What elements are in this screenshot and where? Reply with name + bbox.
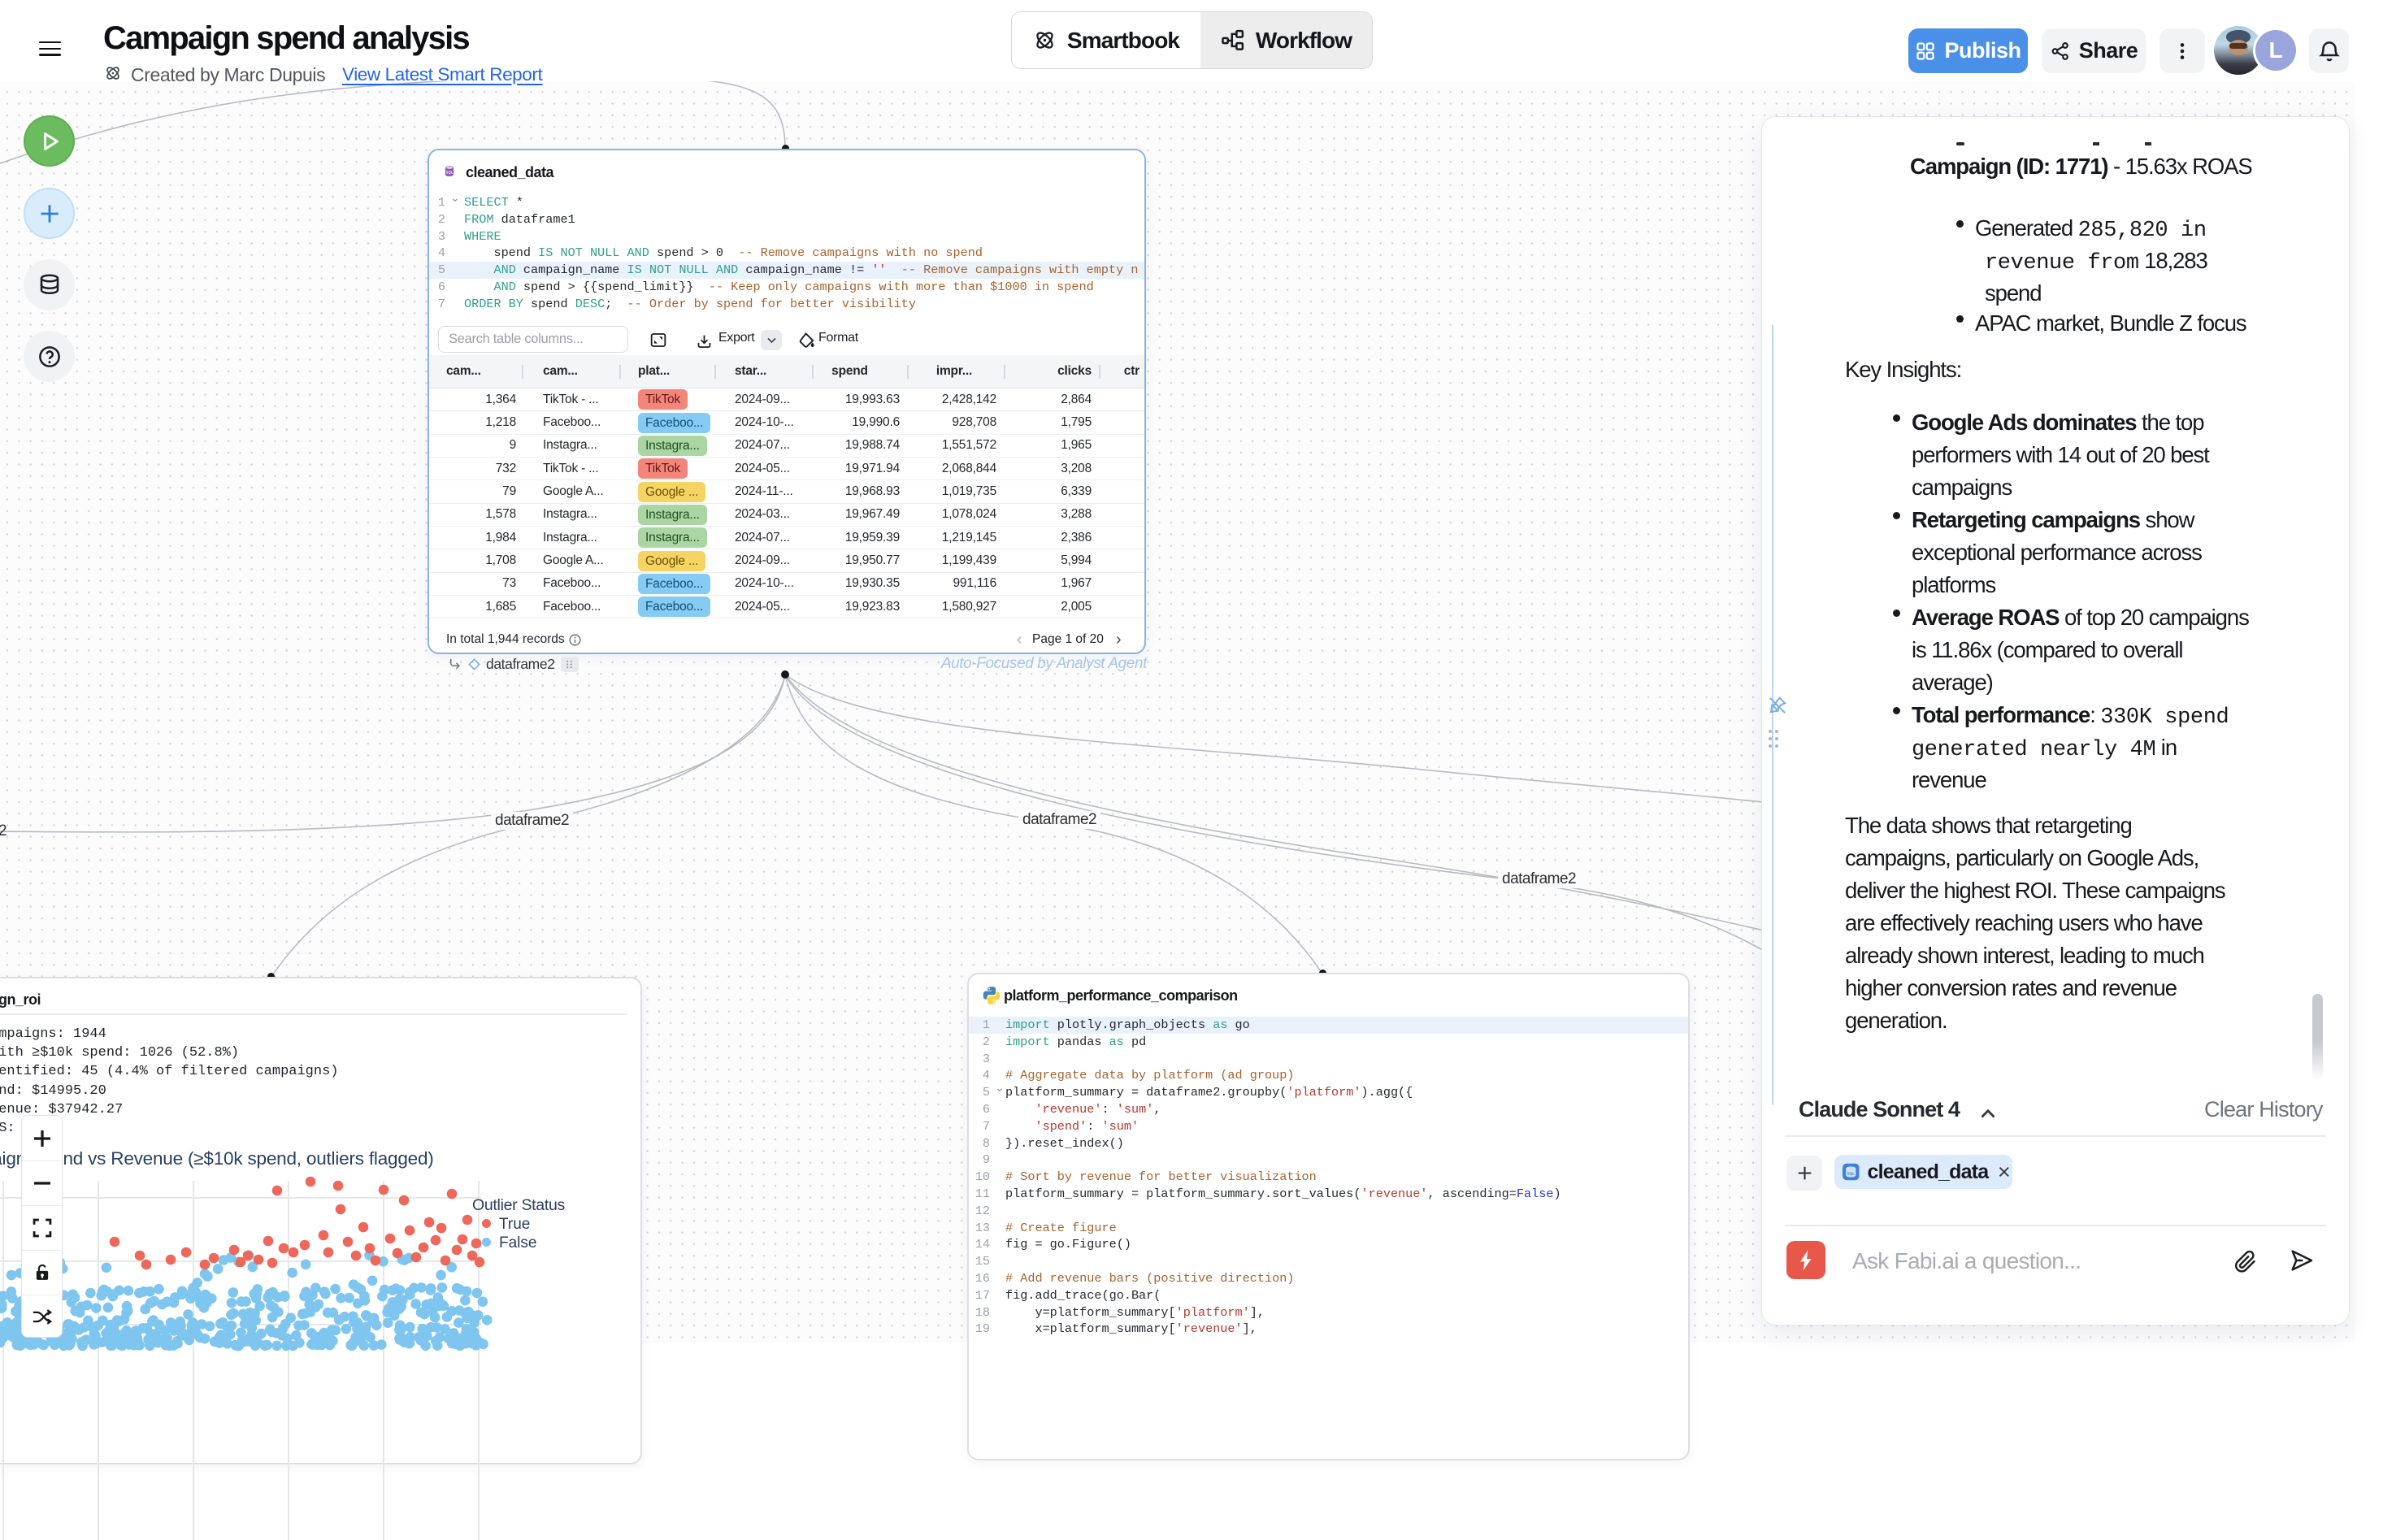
- svg-text:SQL: SQL: [446, 170, 454, 174]
- svg-text:SQL: SQL: [1847, 1171, 1855, 1175]
